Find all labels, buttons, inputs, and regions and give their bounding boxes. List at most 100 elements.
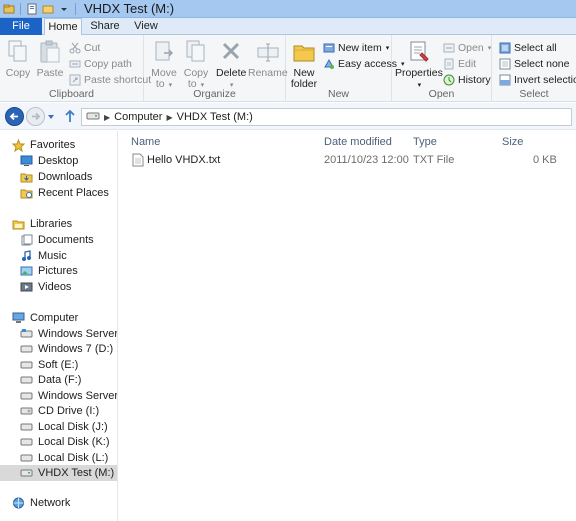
nav-computer[interactable]: Computer <box>0 310 117 326</box>
breadcrumb-separator[interactable]: ▶ <box>166 113 172 122</box>
drive-icon <box>18 341 34 357</box>
invert-selection-label: Invert selection <box>514 73 576 86</box>
column-header-name[interactable]: Name <box>131 136 160 148</box>
new-group: New folder New item ▾ Easy access ▾ New <box>286 35 404 102</box>
breadcrumb-separator[interactable]: ▶ <box>104 113 110 122</box>
nav-drive[interactable]: Windows 7 (D:) <box>0 341 117 357</box>
cd-drive-icon <box>18 403 34 419</box>
copy-label: Copy <box>5 67 31 79</box>
nav-drive[interactable]: Soft (E:) <box>0 357 117 373</box>
system-menu-icon[interactable] <box>2 2 16 16</box>
copy-button[interactable]: Copy <box>4 38 32 79</box>
nav-drive-label: Windows Server 200 <box>38 390 118 402</box>
nav-videos[interactable]: Videos <box>0 279 117 295</box>
open-group: Properties ▾ Open ▾ Edit History Open <box>392 35 492 102</box>
nav-drive-label: VHDX Test (M:) <box>38 467 115 479</box>
nav-pictures[interactable]: Pictures <box>0 263 117 279</box>
breadcrumb-computer[interactable]: Computer <box>114 111 162 123</box>
nav-drive[interactable]: Local Disk (L:) <box>0 450 117 466</box>
file-type: TXT File <box>413 154 455 166</box>
nav-documents[interactable]: Documents <box>0 232 117 248</box>
edit-icon <box>442 57 455 70</box>
chevron-down-icon <box>48 115 54 119</box>
tab-share[interactable]: Share <box>86 18 124 35</box>
properties-qat-icon[interactable] <box>25 2 39 16</box>
nav-drive[interactable]: Local Disk (J:) <box>0 419 117 435</box>
drive-icon <box>18 326 34 342</box>
new-item-icon <box>322 41 335 54</box>
new-item-label: New item <box>338 41 382 54</box>
invert-selection-button[interactable]: Invert selection <box>498 72 576 87</box>
new-item-button[interactable]: New item ▾ <box>322 40 389 55</box>
open-icon <box>442 41 455 54</box>
edit-label: Edit <box>458 57 477 70</box>
nav-drive[interactable]: Windows Server 8 (C <box>0 326 117 342</box>
nav-network[interactable]: Network <box>0 495 117 511</box>
nav-music[interactable]: Music <box>0 248 117 264</box>
videos-icon <box>18 279 34 295</box>
delete-label: Delete <box>216 67 247 79</box>
properties-icon <box>405 38 433 66</box>
explorer-window: VHDX Test (M:) File Home Share View Copy… <box>0 0 576 521</box>
nav-drive-label: Local Disk (L:) <box>38 452 109 464</box>
paste-shortcut-button[interactable]: Paste shortcut <box>68 72 151 87</box>
star-icon <box>10 137 26 153</box>
nav-favorites[interactable]: Favorites <box>0 137 117 153</box>
paste-label: Paste <box>36 67 64 79</box>
computer-icon <box>10 310 26 326</box>
organize-group-label: Organize <box>193 88 236 100</box>
arrow-up-icon <box>65 109 75 122</box>
scissors-icon <box>68 41 81 54</box>
copy-path-button[interactable]: Copy path <box>68 56 132 71</box>
address-input[interactable]: ▶ Computer ▶ VHDX Test (M:) <box>81 108 572 126</box>
select-all-button[interactable]: Select all <box>498 40 557 55</box>
rename-icon <box>254 38 282 66</box>
move-to-button[interactable]: Move to ▾ <box>150 38 178 91</box>
history-button[interactable]: History <box>442 72 491 87</box>
select-none-button[interactable]: Select none <box>498 56 569 71</box>
breadcrumb-current[interactable]: VHDX Test (M:) <box>177 111 253 123</box>
tab-home[interactable]: Home <box>44 18 82 36</box>
rename-button[interactable]: Rename <box>248 38 288 79</box>
drive-icon <box>86 111 100 124</box>
nav-downloads[interactable]: Downloads <box>0 169 117 185</box>
column-header-type[interactable]: Type <box>413 136 437 148</box>
paste-button[interactable]: Paste <box>36 38 64 79</box>
edit-button[interactable]: Edit <box>442 56 476 71</box>
back-button[interactable] <box>5 107 24 126</box>
nav-drive[interactable]: Data (F:) <box>0 372 117 388</box>
qat-customize-icon[interactable] <box>57 2 71 16</box>
nav-drive[interactable]: CD Drive (I:) <box>0 403 117 419</box>
new-folder-qat-icon[interactable] <box>41 2 55 16</box>
nav-drive-selected[interactable]: VHDX Test (M:) <box>0 465 117 481</box>
clipboard-group: Copy Paste Cut Copy path Paste shortcut … <box>0 35 151 102</box>
delete-button[interactable]: Delete ▾ <box>216 38 246 91</box>
nav-pictures-label: Pictures <box>38 265 78 277</box>
cut-button[interactable]: Cut <box>68 40 100 55</box>
file-row[interactable]: Hello VHDX.txt 2011/10/23 12:00 TXT File… <box>119 151 576 170</box>
delete-x-icon <box>217 38 245 66</box>
new-folder-button[interactable]: New folder <box>290 38 318 90</box>
nav-desktop[interactable]: Desktop <box>0 153 117 169</box>
tab-view[interactable]: View <box>128 18 164 35</box>
nav-recent-places[interactable]: Recent Places <box>0 185 117 201</box>
properties-button[interactable]: Properties ▾ <box>395 38 443 91</box>
copy-path-icon <box>68 57 81 70</box>
up-button[interactable] <box>62 108 78 124</box>
new-folder-icon <box>290 38 318 66</box>
nav-drive[interactable]: Local Disk (K:) <box>0 434 117 450</box>
column-header-size[interactable]: Size <box>502 136 523 148</box>
recent-locations-button[interactable] <box>46 112 56 122</box>
column-header-date-modified[interactable]: Date modified <box>324 136 392 148</box>
nav-downloads-label: Downloads <box>38 171 93 183</box>
open-button[interactable]: Open ▾ <box>442 40 491 55</box>
nav-libraries[interactable]: Libraries <box>0 216 117 232</box>
downloads-icon <box>18 169 34 185</box>
nav-drive-label: CD Drive (I:) <box>38 405 100 417</box>
forward-button[interactable] <box>26 107 45 126</box>
history-label: History <box>458 73 491 86</box>
tab-file[interactable]: File <box>0 18 42 35</box>
nav-drive[interactable]: Windows Server 200 <box>0 388 118 404</box>
documents-icon <box>18 232 34 248</box>
copy-to-button[interactable]: Copy to ▾ <box>182 38 210 91</box>
